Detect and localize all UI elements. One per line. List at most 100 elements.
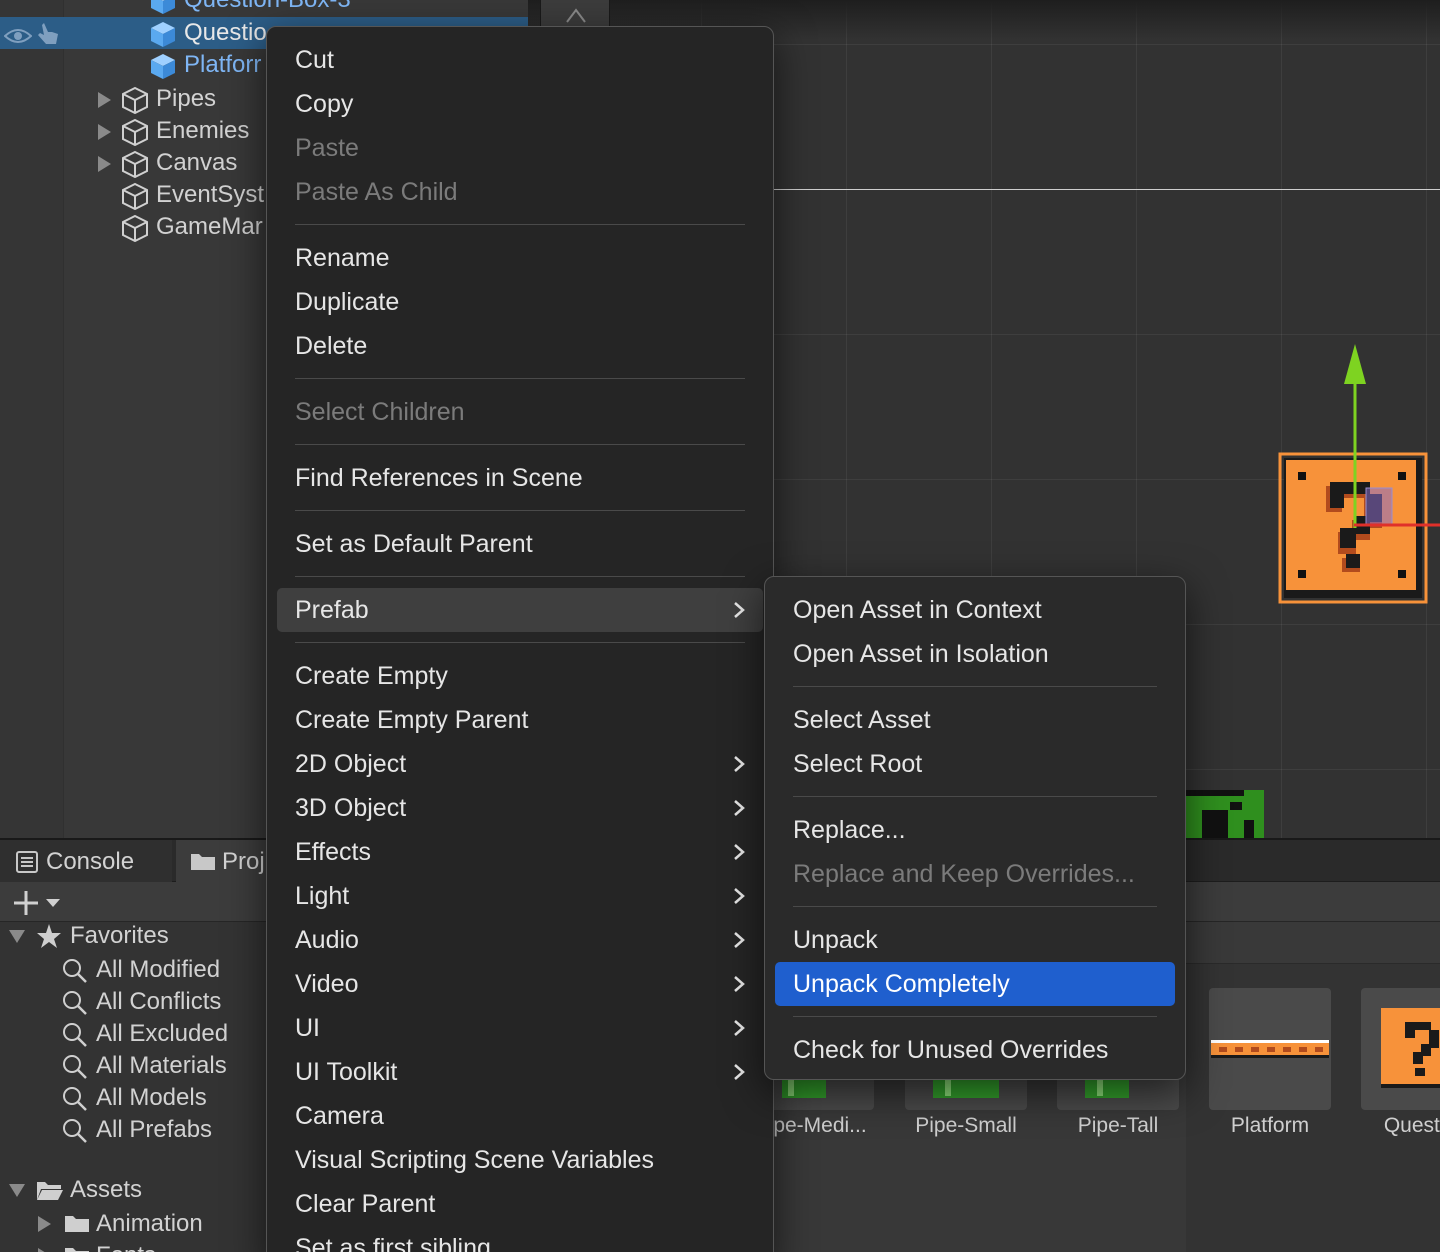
menu-item-open-asset-in-context[interactable]: Open Asset in Context xyxy=(775,588,1175,632)
assets-header[interactable]: Assets xyxy=(70,1174,142,1206)
menu-separator xyxy=(295,444,745,445)
expand-arrow-icon[interactable] xyxy=(98,124,111,140)
hierarchy-item-label: Question-Box-3 xyxy=(184,0,351,16)
menu-item-visual-scripting-scene-variables[interactable]: Visual Scripting Scene Variables xyxy=(277,1138,763,1182)
menu-item-3d-object[interactable]: 3D Object xyxy=(277,786,763,830)
search-icon xyxy=(62,1054,88,1085)
menu-item-label: Open Asset in Context xyxy=(793,596,1042,624)
favorites-item[interactable]: All Conflicts xyxy=(96,986,221,1018)
menu-item-unpack[interactable]: Unpack xyxy=(775,918,1175,962)
folder-open-icon xyxy=(36,1179,64,1206)
menu-item-label: 2D Object xyxy=(295,750,407,778)
asset-label: pe-Medi... xyxy=(773,1114,867,1137)
menu-separator xyxy=(295,642,745,643)
menu-item-rename[interactable]: Rename xyxy=(277,236,763,280)
menu-item-light[interactable]: Light xyxy=(277,874,763,918)
menu-item-select-root[interactable]: Select Root xyxy=(775,742,1175,786)
menu-item-cut[interactable]: Cut xyxy=(277,38,763,82)
expand-arrow-icon[interactable] xyxy=(98,156,111,172)
folder-icon xyxy=(191,854,215,870)
menu-item-set-as-default-parent[interactable]: Set as Default Parent xyxy=(277,522,763,566)
menu-separator xyxy=(295,576,745,577)
expand-arrow-icon[interactable] xyxy=(38,1248,51,1252)
menu-item-label: Replace... xyxy=(793,816,906,844)
favorites-item[interactable]: All Excluded xyxy=(96,1018,228,1050)
expand-arrow-icon[interactable] xyxy=(9,930,25,943)
menu-item-open-asset-in-isolation[interactable]: Open Asset in Isolation xyxy=(775,632,1175,676)
tab-console-label: Console xyxy=(46,848,135,875)
move-gizmo-up-arrow[interactable] xyxy=(1340,342,1370,528)
pickable-hand-icon[interactable] xyxy=(36,21,62,45)
menu-item-check-for-unused-overrides[interactable]: Check for Unused Overrides xyxy=(775,1028,1175,1072)
menu-item-ui-toolkit[interactable]: UI Toolkit xyxy=(277,1050,763,1094)
menu-item-label: Open Asset in Isolation xyxy=(793,640,1049,668)
menu-item-paste-as-child[interactable]: Paste As Child xyxy=(277,170,763,214)
menu-item-unpack-completely[interactable]: Unpack Completely xyxy=(775,962,1175,1006)
gameobject-cube-icon xyxy=(121,214,149,243)
menu-item-create-empty-parent[interactable]: Create Empty Parent xyxy=(277,698,763,742)
hierarchy-item-label: Platforr xyxy=(184,51,262,78)
tab-console[interactable]: Console xyxy=(0,840,172,882)
prefab-cube-icon xyxy=(149,52,177,80)
asset-label: Pipe-Tall xyxy=(1077,1114,1159,1137)
menu-item-clear-parent[interactable]: Clear Parent xyxy=(277,1182,763,1226)
move-gizmo-right-arrow[interactable] xyxy=(1354,520,1440,530)
menu-item-video[interactable]: Video xyxy=(277,962,763,1006)
menu-item-duplicate[interactable]: Duplicate xyxy=(277,280,763,324)
favorites-header[interactable]: Favorites xyxy=(70,920,169,952)
favorites-item[interactable]: All Materials xyxy=(96,1050,227,1082)
hierarchy-item-label: Canvas xyxy=(156,149,238,176)
assets-folder[interactable]: Animation xyxy=(96,1208,203,1240)
visibility-eye-icon[interactable] xyxy=(3,23,33,43)
search-icon xyxy=(62,990,88,1021)
menu-item-delete[interactable]: Delete xyxy=(277,324,763,368)
menu-item-camera[interactable]: Camera xyxy=(277,1094,763,1138)
assets-folder[interactable]: Fonts xyxy=(96,1240,156,1252)
menu-item-audio[interactable]: Audio xyxy=(277,918,763,962)
folder-icon xyxy=(64,1245,90,1252)
menu-item-replace-and-keep-overrides[interactable]: Replace and Keep Overrides... xyxy=(775,852,1175,896)
gameobject-cube-icon xyxy=(121,86,149,115)
menu-item-label: Create Empty xyxy=(295,662,448,690)
gameobject-cube-icon xyxy=(121,150,149,179)
menu-item-ui[interactable]: UI xyxy=(277,1006,763,1050)
expand-arrow-icon[interactable] xyxy=(98,92,111,108)
menu-item-label: Paste As Child xyxy=(295,178,458,206)
favorites-item[interactable]: All Prefabs xyxy=(96,1114,212,1146)
asset-thumbnail[interactable] xyxy=(1361,988,1440,1110)
menu-separator xyxy=(295,510,745,511)
menu-item-label: Select Children xyxy=(295,398,465,426)
menu-item-set-as-first-sibling[interactable]: Set as first sibling xyxy=(277,1226,763,1252)
add-dropdown-button[interactable] xyxy=(10,888,66,918)
menu-item-label: Unpack Completely xyxy=(793,970,1010,998)
favorites-item[interactable]: All Models xyxy=(96,1082,207,1114)
asset-thumbnail[interactable] xyxy=(1209,988,1331,1110)
menu-item-label: Light xyxy=(295,882,350,910)
menu-item-effects[interactable]: Effects xyxy=(277,830,763,874)
menu-item-create-empty[interactable]: Create Empty xyxy=(277,654,763,698)
menu-item-label: Prefab xyxy=(295,596,369,624)
menu-item-label: Set as Default Parent xyxy=(295,530,533,558)
menu-item-prefab[interactable]: Prefab xyxy=(277,588,763,632)
menu-item-copy[interactable]: Copy xyxy=(277,82,763,126)
expand-arrow-icon[interactable] xyxy=(9,1184,25,1197)
menu-separator xyxy=(793,686,1157,687)
menu-item-label: Set as first sibling xyxy=(295,1234,491,1252)
menu-item-label: Effects xyxy=(295,838,371,866)
hierarchy-item[interactable]: Question-Box-3 › xyxy=(0,0,528,16)
expand-arrow-icon[interactable] xyxy=(38,1216,51,1232)
pipe-sprite xyxy=(1184,790,1264,838)
menu-item-2d-object[interactable]: 2D Object xyxy=(277,742,763,786)
menu-item-label: Rename xyxy=(295,244,390,272)
tab-project-label: Proj xyxy=(222,848,265,875)
menu-item-replace[interactable]: Replace... xyxy=(775,808,1175,852)
prefab-cube-icon xyxy=(149,20,177,48)
menu-item-paste[interactable]: Paste xyxy=(277,126,763,170)
menu-item-select-children[interactable]: Select Children xyxy=(277,390,763,434)
menu-item-select-asset[interactable]: Select Asset xyxy=(775,698,1175,742)
menu-item-find-references-in-scene[interactable]: Find References in Scene xyxy=(277,456,763,500)
favorites-item[interactable]: All Modified xyxy=(96,954,220,986)
menu-separator xyxy=(295,224,745,225)
menu-separator xyxy=(793,1016,1157,1017)
hierarchy-item-label: Pipes xyxy=(156,85,217,112)
